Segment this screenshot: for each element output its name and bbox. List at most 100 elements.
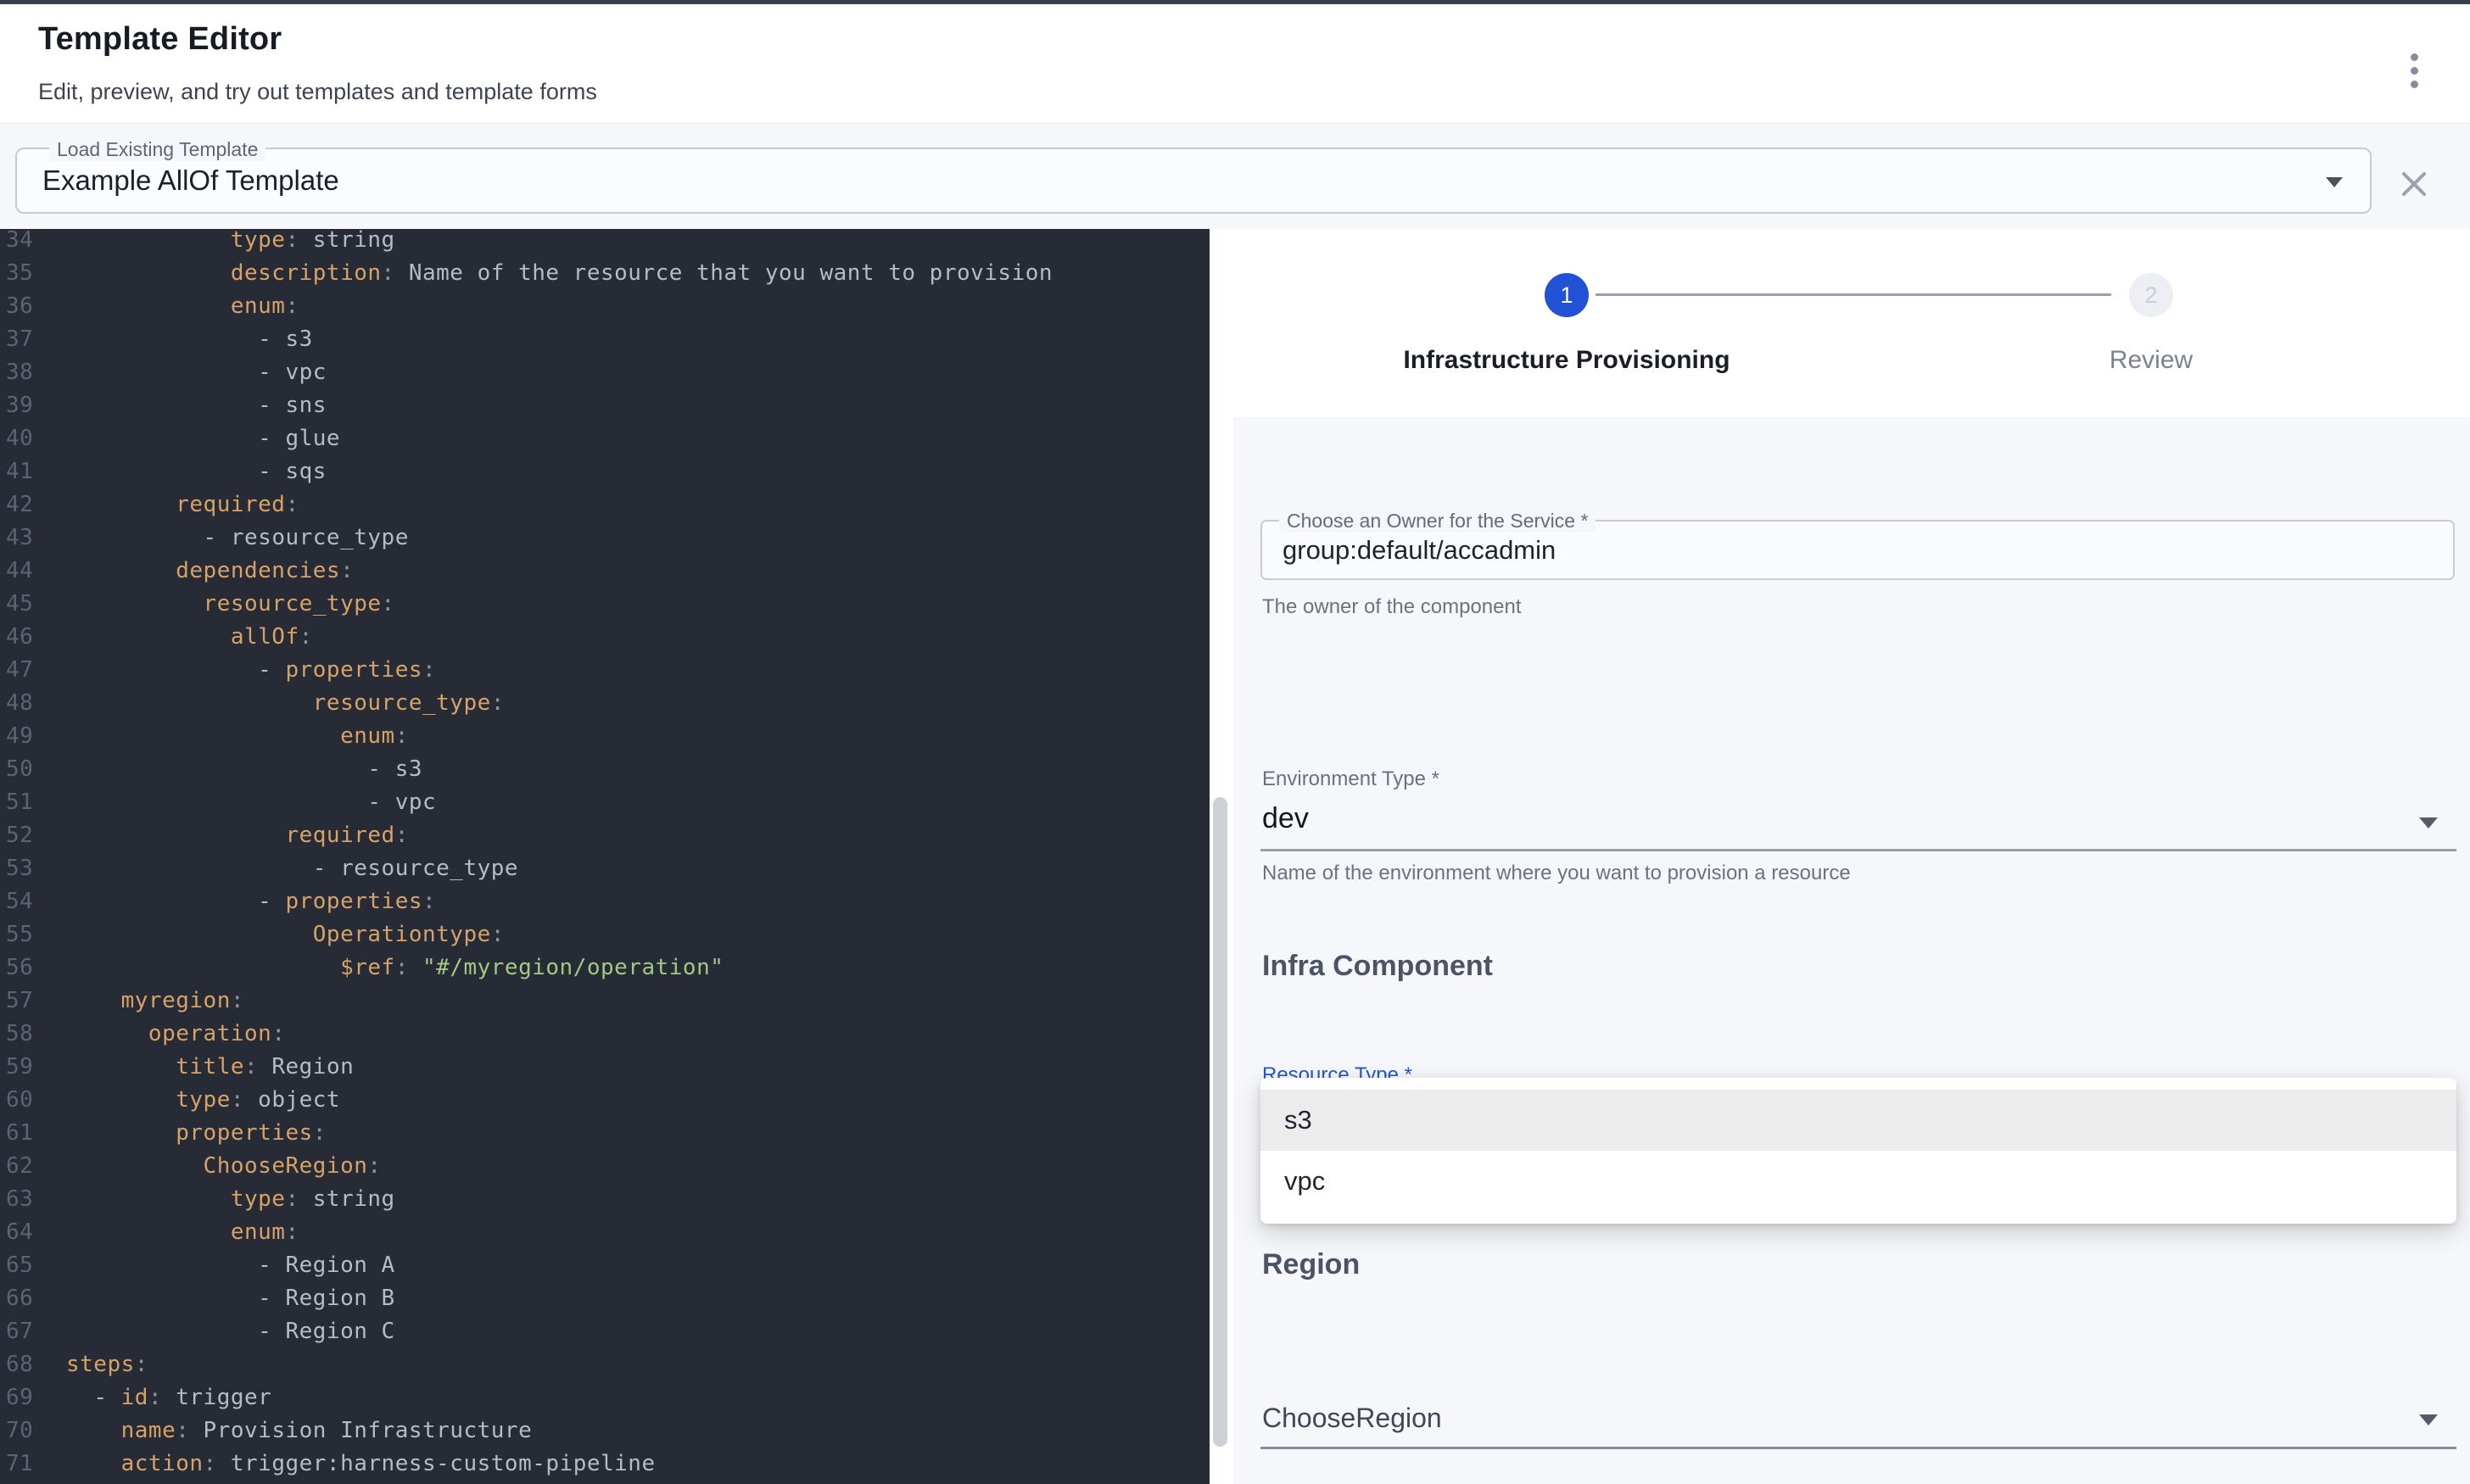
code-line: 62 ChooseRegion: (0, 1150, 1210, 1183)
code-text: steps: (37, 1348, 148, 1381)
code-line: 65 - Region A (0, 1249, 1210, 1282)
code-line: 57 myregion: (0, 985, 1210, 1018)
region-heading: Region (1262, 1248, 1360, 1281)
stepper-step-2-circle[interactable]: 2 (2129, 273, 2173, 317)
code-line: 51 - vpc (0, 786, 1210, 819)
line-number: 64 (0, 1216, 37, 1249)
code-text: - vpc (37, 356, 327, 389)
line-number: 71 (0, 1448, 37, 1481)
environment-underline (1260, 849, 2456, 851)
code-line: 36 enum: (0, 290, 1210, 323)
code-text: enum: (37, 720, 409, 753)
code-pane: 34 type: string35 description: Name of t… (0, 229, 1210, 1481)
code-line: 40 - glue (0, 422, 1210, 455)
choose-region-underline (1260, 1447, 2456, 1449)
code-line: 61 properties: (0, 1117, 1210, 1150)
line-number: 62 (0, 1150, 37, 1183)
code-line: 52 required: (0, 819, 1210, 852)
code-line: 39 - sns (0, 389, 1210, 422)
code-text: name: Provision Infrastructure (37, 1414, 532, 1448)
code-line: 46 allOf: (0, 621, 1210, 654)
code-line: 45 resource_type: (0, 588, 1210, 621)
line-number: 38 (0, 356, 37, 389)
code-line: 68steps: (0, 1348, 1210, 1381)
infra-component-heading: Infra Component (1262, 950, 1493, 983)
line-number: 56 (0, 951, 37, 985)
line-number: 67 (0, 1315, 37, 1348)
owner-field-value[interactable]: group:default/accadmin (1282, 522, 1556, 578)
code-text: description: Name of the resource that y… (37, 257, 1053, 290)
resource-type-option-s3[interactable]: s3 (1260, 1090, 2456, 1151)
code-text: ChooseRegion: (37, 1150, 382, 1183)
line-number: 69 (0, 1381, 37, 1414)
code-text: resource_type: (37, 588, 395, 621)
close-icon (2395, 165, 2433, 203)
code-text: title: Region (37, 1051, 354, 1084)
line-number: 59 (0, 1051, 37, 1084)
code-line: 34 type: string (0, 229, 1210, 257)
code-text: dependencies: (37, 555, 354, 588)
caret-down-icon[interactable] (2419, 817, 2438, 828)
kebab-dot (2411, 67, 2418, 75)
kebab-dot (2411, 53, 2418, 61)
code-line: 54 - properties: (0, 885, 1210, 918)
kebab-menu-icon[interactable] (2392, 43, 2436, 98)
line-number: 37 (0, 323, 37, 356)
environment-helper-text: Name of the environment where you want t… (1262, 862, 1851, 885)
clear-template-button[interactable] (2395, 165, 2433, 203)
line-number: 52 (0, 819, 37, 852)
line-number: 63 (0, 1183, 37, 1216)
owner-helper-text: The owner of the component (1262, 595, 1522, 619)
caret-down-icon[interactable] (2419, 1414, 2438, 1425)
code-line: 43 - resource_type (0, 522, 1210, 555)
code-line: 53 - resource_type (0, 852, 1210, 885)
environment-type-select[interactable]: dev (1262, 802, 1309, 835)
header: Template Editor Edit, preview, and try o… (0, 4, 2470, 124)
code-text: enum: (37, 1216, 299, 1249)
code-line: 38 - vpc (0, 356, 1210, 389)
editor-scrollbar-track[interactable] (1210, 229, 1233, 1484)
line-number: 50 (0, 753, 37, 786)
code-text: Operationtype: (37, 918, 505, 951)
owner-field[interactable]: Choose an Owner for the Service * group:… (1260, 520, 2455, 580)
line-number: 40 (0, 422, 37, 455)
code-line: 47 - properties: (0, 654, 1210, 687)
stepper-step-1-label: Infrastructure Provisioning (1312, 346, 1821, 375)
code-line: 37 - s3 (0, 323, 1210, 356)
caret-down-icon[interactable] (2326, 177, 2343, 187)
code-line: 63 type: string (0, 1183, 1210, 1216)
environment-type-label: Environment Type * (1262, 767, 1439, 791)
stepper-connector (1595, 293, 2111, 296)
code-text: - resource_type (37, 852, 518, 885)
editor-scrollbar-thumb[interactable] (1213, 797, 1227, 1447)
stepper-step-1-circle[interactable]: 1 (1545, 273, 1589, 317)
code-line: 49 enum: (0, 720, 1210, 753)
code-text: - vpc (37, 786, 436, 819)
resource-type-dropdown-menu: s3vpc (1260, 1078, 2456, 1224)
resource-type-option-vpc[interactable]: vpc (1260, 1151, 2456, 1212)
line-number: 65 (0, 1249, 37, 1282)
code-text: type: object (37, 1084, 340, 1117)
load-template-value: Example AllOf Template (42, 149, 339, 212)
line-number: 39 (0, 389, 37, 422)
line-number: 70 (0, 1414, 37, 1448)
code-text: - properties: (37, 654, 436, 687)
line-number: 57 (0, 985, 37, 1018)
code-line: 59 title: Region (0, 1051, 1210, 1084)
line-number: 61 (0, 1117, 37, 1150)
yaml-code-editor[interactable]: 34 type: string35 description: Name of t… (0, 229, 1210, 1484)
code-line: 44 dependencies: (0, 555, 1210, 588)
load-template-select[interactable]: Load Existing Template Example AllOf Tem… (15, 148, 2372, 214)
line-number: 54 (0, 885, 37, 918)
code-text: - resource_type (37, 522, 409, 555)
line-number: 42 (0, 488, 37, 522)
line-number: 43 (0, 522, 37, 555)
line-number: 66 (0, 1282, 37, 1315)
code-text: required: (37, 488, 299, 522)
code-text: - id: trigger (37, 1381, 271, 1414)
code-text: - glue (37, 422, 340, 455)
code-line: 69 - id: trigger (0, 1381, 1210, 1414)
choose-region-select[interactable]: ChooseRegion (1262, 1403, 1442, 1434)
line-number: 45 (0, 588, 37, 621)
code-text: - properties: (37, 885, 436, 918)
